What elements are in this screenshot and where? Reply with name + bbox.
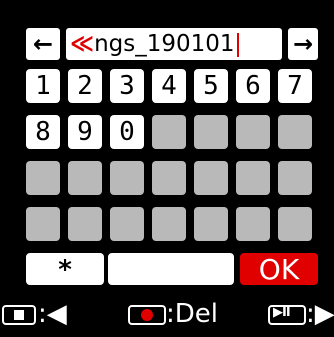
empty-key [194,115,228,149]
empty-key [152,115,186,149]
empty-key [152,161,186,195]
overflow-left-icon: ≪ [70,31,94,57]
record-button-icon [128,305,166,325]
key-7[interactable]: 7 [278,69,312,103]
file-name-value: ngs_190101 [94,31,235,57]
legend-delete-action: :Del [166,299,218,329]
file-name-editor-screen: ← ≪ ngs_190101 → 1 2 3 4 5 6 7 8 9 0 * OK… [0,0,334,337]
empty-key [278,161,312,195]
empty-key [236,207,270,241]
space-key-button[interactable] [108,253,234,285]
empty-key [236,115,270,149]
legend-play-action: :▶ [306,299,334,329]
key-1[interactable]: 1 [26,69,60,103]
empty-key [278,207,312,241]
play-pause-glyph-icon: ▶II [273,305,291,320]
empty-key [68,161,102,195]
empty-key [68,207,102,241]
play-pause-button-icon: ▶II [268,305,306,325]
key-6[interactable]: 6 [236,69,270,103]
arrow-right-icon: → [292,30,314,58]
arrow-left-icon: ← [32,30,54,58]
file-name-field[interactable]: ≪ ngs_190101 [66,28,282,60]
cursor-left-button[interactable]: ← [26,28,60,60]
key-0[interactable]: 0 [110,115,144,149]
empty-key [26,161,60,195]
empty-key [194,161,228,195]
empty-key [194,207,228,241]
key-2[interactable]: 2 [68,69,102,103]
key-4[interactable]: 4 [152,69,186,103]
record-dot-icon [141,309,153,321]
empty-key [110,207,144,241]
empty-key [236,161,270,195]
key-5[interactable]: 5 [194,69,228,103]
empty-key [278,115,312,149]
symbol-key-button[interactable]: * [26,253,104,285]
legend-stop-action: :◀ [38,299,67,329]
ok-button[interactable]: OK [240,253,318,286]
key-8[interactable]: 8 [26,115,60,149]
empty-key [110,161,144,195]
empty-key [26,207,60,241]
cursor-right-button[interactable]: → [288,28,318,60]
stop-button-icon [2,305,36,325]
key-3[interactable]: 3 [110,69,144,103]
empty-key [152,207,186,241]
stop-square-icon [14,310,24,320]
text-cursor [236,32,239,57]
soft-key-legend: :◀ :Del ▶II :▶ [0,295,334,337]
key-9[interactable]: 9 [68,115,102,149]
